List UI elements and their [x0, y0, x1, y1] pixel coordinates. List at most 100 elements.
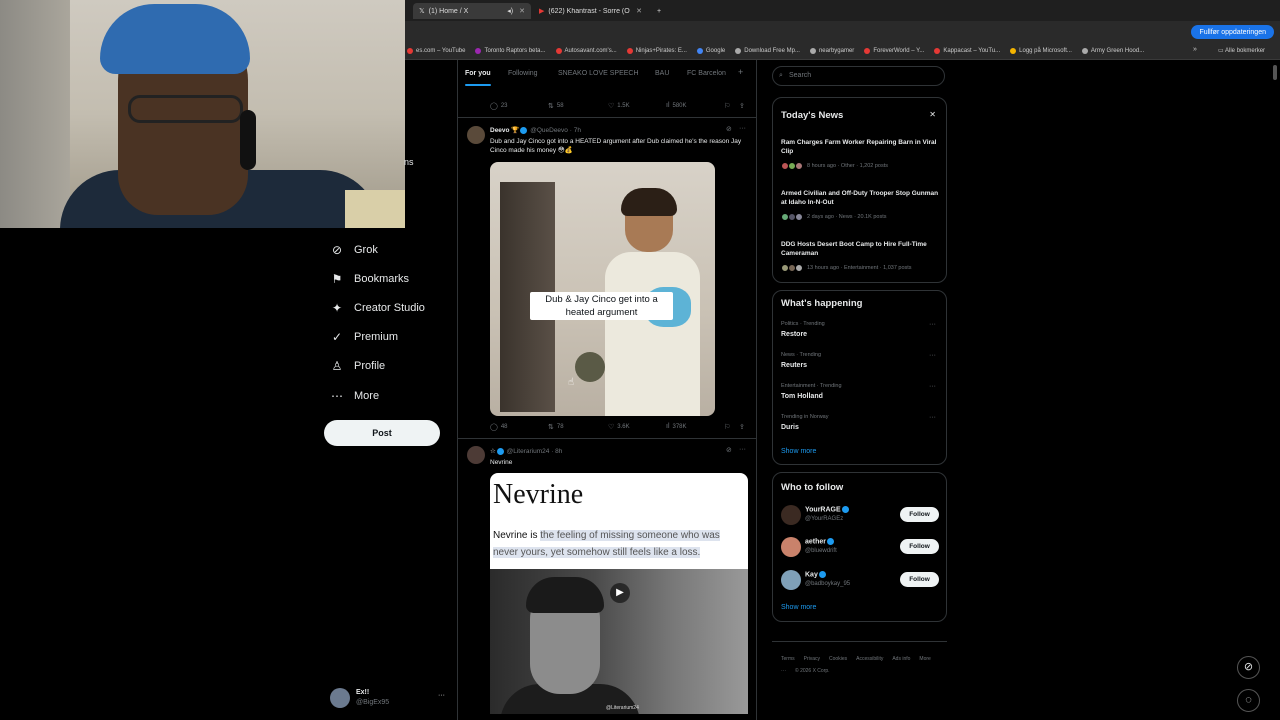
tweet-time[interactable]: · 8h — [551, 448, 562, 455]
nav-item-bookmarks[interactable]: ⚑ Bookmarks — [330, 272, 409, 286]
tweet-author-name[interactable]: ☆ — [490, 448, 496, 455]
avatar[interactable] — [467, 126, 485, 144]
bookmark-icon: ⚐ — [724, 103, 731, 110]
browser-tab-youtube[interactable]: ▶ (622) Khantrast - Sorre (Offi... ✕ — [533, 3, 648, 19]
news-headline[interactable]: DDG Hosts Desert Boot Camp to Hire Full-… — [781, 240, 939, 258]
browser-tab-x-home[interactable]: 𝕏 (1) Home / X ◂) ✕ — [413, 3, 531, 19]
new-tab-button[interactable]: + — [651, 3, 667, 19]
repost-button[interactable]: ⇅ 78 — [548, 423, 564, 431]
footer-link[interactable]: Terms — [781, 656, 795, 662]
bookmark-item[interactable]: Autosavant.com's... — [555, 48, 617, 54]
share-button[interactable]: ⇪ — [739, 102, 745, 110]
tweet-author-name[interactable]: Deevo — [490, 127, 510, 134]
bookmark-item[interactable]: ForeverWorld – Y... — [864, 48, 924, 54]
nav-item-more[interactable]: ⋯ More — [330, 389, 379, 403]
bookmark-item[interactable]: es.com – YouTube — [407, 48, 465, 54]
footer-link[interactable]: Ads info — [892, 656, 910, 662]
repost-button[interactable]: ⇅ 58 — [548, 102, 564, 110]
bookmark-tweet-button[interactable]: ⚐ — [724, 102, 730, 110]
trend-name[interactable]: Restore — [781, 331, 807, 338]
like-button[interactable]: ♡ 3.6K — [608, 423, 630, 431]
avatar[interactable] — [467, 446, 485, 464]
trend-name[interactable]: Tom Holland — [781, 393, 823, 400]
reply-button[interactable]: ◯ 48 — [490, 423, 508, 431]
tab-fc-barcelona[interactable]: FC Barcelon — [687, 70, 726, 77]
play-icon[interactable]: ▶ — [610, 583, 630, 603]
follow-button[interactable]: Follow — [900, 539, 939, 554]
grok-explain-icon[interactable]: ⊘ — [726, 125, 732, 133]
tweet-text: Dub and Jay Cinco got into a HEATED argu… — [490, 138, 742, 154]
show-more-link[interactable]: Show more — [781, 448, 816, 455]
bookmark-item[interactable]: Ninjas+Pirates: E... — [626, 48, 687, 54]
tab-following[interactable]: Following — [508, 70, 538, 77]
bookmarks-bar: es.com – YouTube Toronto Raptors beta... A… — [405, 43, 1280, 60]
footer-link[interactable]: Privacy — [804, 656, 820, 662]
bookmark-item[interactable]: Kappacast – YouTu... — [934, 48, 1000, 54]
more-options-icon[interactable]: ··· — [739, 125, 746, 132]
grok-fab-icon[interactable]: ⊘ — [1237, 656, 1260, 679]
like-button[interactable]: ♡ 1.5K — [608, 102, 630, 110]
scrollbar[interactable] — [1273, 65, 1277, 80]
bookmark-item[interactable]: Logg på Microsoft... — [1010, 48, 1072, 54]
more-options-icon[interactable]: ··· — [929, 414, 936, 421]
suggested-user-name[interactable]: Kay — [805, 571, 827, 578]
follow-button[interactable]: Follow — [900, 507, 939, 522]
footer-link[interactable]: © 2026 X Corp. — [795, 668, 830, 674]
share-icon: ⇪ — [739, 424, 745, 431]
footer-link[interactable]: Cookies — [829, 656, 847, 662]
tweet-image-card[interactable]: Nevrine Nevrine is the feeling of missin… — [490, 473, 748, 569]
tab-sneako-love-speech[interactable]: SNEAKO LOVE SPEECH — [558, 70, 639, 77]
tweet-video[interactable] — [490, 162, 715, 416]
share-button[interactable]: ⇪ — [739, 423, 745, 431]
more-options-icon[interactable]: ··· — [929, 383, 936, 390]
bookmark-tweet-button[interactable]: ⚐ — [724, 423, 730, 431]
views-button[interactable]: ıl 580K — [666, 102, 687, 109]
bookmark-item[interactable]: nearbygamer — [809, 48, 854, 54]
follow-button[interactable]: Follow — [900, 572, 939, 587]
youtube-icon: ▶ — [539, 8, 545, 15]
close-tab-icon[interactable]: ✕ — [519, 7, 525, 15]
trend-context: Entertainment · Trending — [781, 383, 842, 389]
nav-item-creator-studio[interactable]: ✦ Creator Studio — [330, 301, 425, 315]
trend-name[interactable]: Reuters — [781, 362, 807, 369]
tweet-author-handle[interactable]: @Literarium24 — [507, 448, 550, 455]
reply-button[interactable]: ◯ 23 — [490, 102, 508, 110]
bookmark-item[interactable]: Army Green Hood... — [1081, 48, 1144, 54]
news-headline[interactable]: Ram Charges Farm Worker Repairing Barn i… — [781, 138, 939, 156]
nav-item-premium[interactable]: ✓ Premium — [330, 330, 398, 344]
more-options-icon[interactable]: ··· — [739, 446, 746, 453]
bookmark-item[interactable]: Download Free Mp... — [735, 48, 800, 54]
avatar[interactable] — [781, 537, 801, 557]
messages-fab-icon[interactable]: ◌ — [1237, 689, 1260, 712]
update-browser-button[interactable]: Fullfør oppdateringen — [1191, 25, 1274, 39]
more-options-icon[interactable]: ··· — [929, 352, 936, 359]
more-icon: ⋯ — [331, 389, 343, 403]
show-more-link[interactable]: Show more — [781, 604, 816, 611]
tab-bau[interactable]: BAU — [655, 70, 669, 77]
avatar[interactable] — [781, 505, 801, 525]
tab-for-you[interactable]: For you — [465, 70, 491, 77]
news-headline[interactable]: Armed Civilian and Off-Duty Trooper Stop… — [781, 189, 939, 207]
nav-item-profile[interactable]: ♙ Profile — [330, 359, 386, 373]
all-bookmarks-button[interactable]: ▭ Alle bokmerker — [1218, 47, 1265, 54]
views-button[interactable]: ıl 378K — [666, 423, 687, 430]
account-switcher[interactable]: Ex!! @BigEx95 ··· — [330, 686, 450, 710]
bookmark-item[interactable]: Google — [696, 48, 725, 54]
trend-name[interactable]: Duris — [781, 424, 799, 431]
footer-link[interactable]: Accessibility — [856, 656, 883, 662]
bookmarks-overflow-button[interactable]: » — [1193, 46, 1197, 53]
grok-explain-icon[interactable]: ⊘ — [726, 446, 732, 454]
suggested-user-name[interactable]: YourRAGE — [805, 506, 850, 513]
search-input[interactable]: ⌕ Search — [772, 66, 945, 86]
more-options-icon[interactable]: ··· — [929, 321, 936, 328]
add-tab-button[interactable]: + — [738, 67, 743, 77]
close-tab-icon[interactable]: ✕ — [636, 7, 642, 15]
close-icon[interactable]: ✕ — [929, 110, 936, 119]
nav-item-grok[interactable]: ⊘ Grok — [330, 243, 378, 257]
tweet-time[interactable]: · 7h — [570, 127, 581, 134]
suggested-user-name[interactable]: aether — [805, 538, 835, 545]
avatar[interactable] — [781, 570, 801, 590]
bookmark-item[interactable]: Toronto Raptors beta... — [475, 48, 546, 54]
post-button[interactable]: Post — [324, 420, 440, 446]
tweet-author-handle[interactable]: @QueDeevo — [530, 127, 568, 134]
